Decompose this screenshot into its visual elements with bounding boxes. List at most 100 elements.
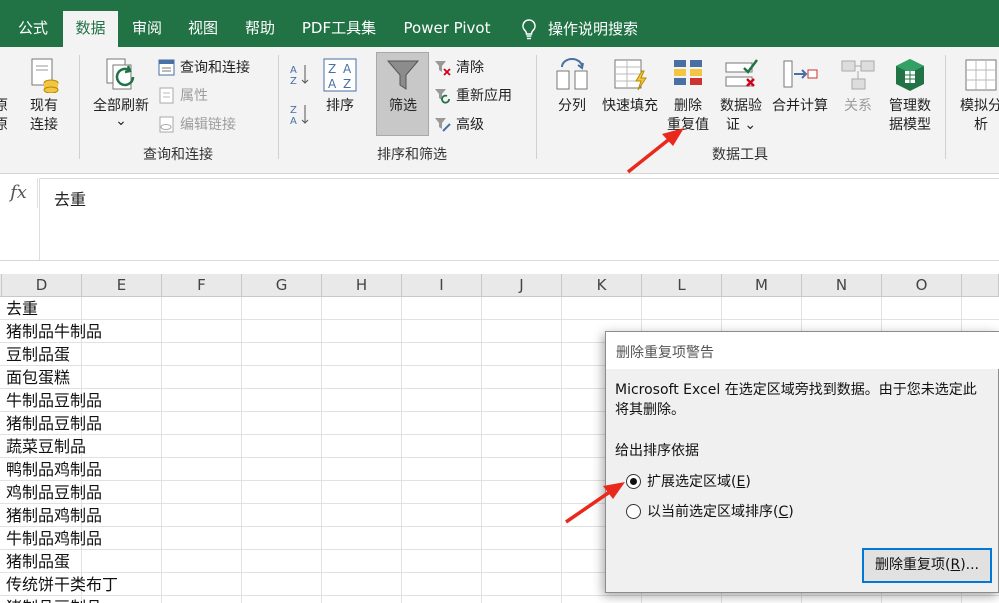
cell-d[interactable]: 豆制品蛋 bbox=[6, 343, 70, 366]
tell-me-search[interactable]: 操作说明搜索 bbox=[520, 11, 660, 47]
flash-fill-icon bbox=[612, 57, 648, 93]
column-header[interactable]: H bbox=[322, 274, 402, 297]
tab-power-pivot[interactable]: Power Pivot bbox=[396, 11, 498, 47]
funnel-icon bbox=[385, 57, 421, 93]
consolidate-button[interactable]: 合并计算 bbox=[768, 57, 832, 116]
cell-d[interactable]: 猪制品蛋 bbox=[6, 550, 70, 573]
dialog-titlebar[interactable]: 删除重复项警告 bbox=[606, 332, 999, 369]
relationships-button[interactable]: 关系 bbox=[836, 57, 880, 116]
data-validation-label-1: 数据验 bbox=[720, 98, 762, 114]
remove-duplicates-button[interactable]: 删除 重复值 bbox=[664, 57, 712, 135]
tab-formulas[interactable]: 公式 bbox=[8, 11, 58, 47]
tab-view[interactable]: 视图 bbox=[179, 11, 227, 47]
tab-data[interactable]: 数据 bbox=[63, 11, 118, 47]
group-label-data-tools: 数据工具 bbox=[712, 147, 768, 163]
remove-duplicates-dialog-button[interactable]: 删除重复项(R)... bbox=[862, 548, 992, 583]
clear-filter-button[interactable]: 清除 bbox=[434, 56, 484, 78]
sort-label: 排序 bbox=[326, 98, 354, 114]
dialog-message: Microsoft Excel 在选定区域旁找到数据。由于您未选定此 将其删除。 bbox=[615, 380, 999, 420]
remove-duplicates-icon bbox=[670, 57, 706, 93]
remove-duplicates-warning-dialog: 删除重复项警告 Microsoft Excel 在选定区域旁找到数据。由于您未选… bbox=[605, 331, 999, 593]
what-if-analysis-button[interactable]: 模拟分 析 bbox=[955, 57, 999, 135]
column-header[interactable]: M bbox=[722, 274, 802, 297]
properties-button[interactable]: 属性 bbox=[158, 84, 208, 106]
queries-connections-label: 查询和连接 bbox=[180, 60, 250, 76]
cell-d[interactable]: 猪制品牛制品 bbox=[6, 320, 102, 343]
advanced-filter-button[interactable]: 高级 bbox=[434, 113, 484, 135]
sort-ascending-button[interactable]: AZ bbox=[290, 63, 310, 89]
column-header[interactable]: J bbox=[482, 274, 562, 297]
column-header[interactable]: D bbox=[2, 274, 82, 297]
cell-d[interactable]: 鸭制品鸡制品 bbox=[6, 458, 102, 481]
remove-duplicates-label-1: 删除 bbox=[674, 98, 702, 114]
existing-connections-icon bbox=[26, 57, 62, 94]
group-label-sort-filter: 排序和筛选 bbox=[377, 147, 447, 163]
existing-connections-label-1: 现有 bbox=[30, 98, 58, 114]
cell-d[interactable]: 猪制品豆制品 bbox=[6, 596, 102, 603]
group-separator bbox=[945, 55, 946, 159]
svg-text:A: A bbox=[343, 62, 352, 76]
sort-descending-button[interactable]: ZA bbox=[290, 103, 310, 129]
cell-d[interactable]: 鸡制品豆制品 bbox=[6, 481, 102, 504]
column-header[interactable]: O bbox=[882, 274, 962, 297]
cell-d[interactable]: 去重 bbox=[6, 297, 38, 320]
svg-text:Z: Z bbox=[343, 77, 351, 91]
refresh-all-button[interactable]: 全部刷新 ⌄ bbox=[88, 57, 154, 129]
chevron-down-icon: ⌄ bbox=[115, 113, 127, 129]
column-header[interactable]: I bbox=[402, 274, 482, 297]
column-header[interactable]: N bbox=[802, 274, 882, 297]
cell-d[interactable]: 面包蛋糕 bbox=[6, 366, 70, 389]
column-header[interactable]: F bbox=[162, 274, 242, 297]
expand-selection-option[interactable]: 扩展选定区域(E) bbox=[626, 471, 751, 491]
expand-selection-radio[interactable] bbox=[626, 473, 641, 489]
properties-label: 属性 bbox=[180, 88, 208, 104]
tab-help[interactable]: 帮助 bbox=[236, 11, 284, 47]
reapply-button[interactable]: 重新应用 bbox=[434, 84, 512, 106]
sort-button[interactable]: ZAAZ 排序 bbox=[320, 57, 360, 116]
column-header[interactable]: G bbox=[242, 274, 322, 297]
cell-d[interactable]: 猪制品鸡制品 bbox=[6, 504, 102, 527]
remove-duplicates-label-2: 重复值 bbox=[667, 117, 709, 133]
data-validation-label-2: 证 ⌄ bbox=[725, 117, 757, 133]
current-selection-radio[interactable] bbox=[626, 503, 641, 519]
sort-az-icon: AZ bbox=[290, 65, 309, 87]
tell-me-label: 操作说明搜索 bbox=[548, 20, 639, 38]
svg-text:Z: Z bbox=[290, 76, 297, 85]
table-row bbox=[0, 596, 999, 603]
what-if-label-2: 析 bbox=[974, 117, 988, 133]
cell-d[interactable]: 猪制品豆制品 bbox=[6, 412, 102, 435]
filter-label: 筛选 bbox=[389, 98, 417, 114]
cell-d[interactable]: 传统饼干类布丁 bbox=[6, 573, 118, 596]
formula-value: 去重 bbox=[54, 190, 87, 209]
svg-text:A: A bbox=[290, 116, 297, 125]
column-header[interactable]: E bbox=[82, 274, 162, 297]
edit-links-button[interactable]: 编辑链接 bbox=[158, 113, 236, 135]
insert-function-icon[interactable]: fx bbox=[0, 178, 38, 208]
column-header[interactable]: L bbox=[642, 274, 722, 297]
relationships-icon bbox=[840, 57, 876, 93]
group-label-queries: 查询和连接 bbox=[143, 147, 213, 163]
sort-dialog-icon: ZAAZ bbox=[322, 57, 358, 93]
column-header-partial[interactable] bbox=[962, 274, 999, 297]
group-separator bbox=[278, 55, 279, 159]
sort-za-icon: ZA bbox=[290, 105, 309, 127]
cell-d[interactable]: 牛制品鸡制品 bbox=[6, 527, 102, 550]
queries-connections-icon bbox=[158, 59, 175, 76]
current-selection-option[interactable]: 以当前选定区域排序(C) bbox=[626, 501, 794, 521]
flash-fill-button[interactable]: 快速填充 bbox=[598, 57, 662, 116]
clear-label: 清除 bbox=[456, 60, 484, 76]
text-to-columns-button[interactable]: 分列 bbox=[552, 57, 592, 116]
tab-pdf-tools[interactable]: PDF工具集 bbox=[296, 11, 382, 47]
dialog-title: 删除重复项警告 bbox=[616, 345, 714, 361]
cell-d[interactable]: 蔬菜豆制品 bbox=[6, 435, 86, 458]
queries-connections-button[interactable]: 查询和连接 bbox=[158, 56, 250, 78]
cell-d[interactable]: 牛制品豆制品 bbox=[6, 389, 102, 412]
tab-review[interactable]: 审阅 bbox=[123, 11, 171, 47]
data-validation-button[interactable]: 数据验 证 ⌄ bbox=[716, 57, 766, 135]
filter-button[interactable]: 筛选 bbox=[380, 57, 426, 116]
manage-data-model-button[interactable]: 管理数 据模型 bbox=[884, 57, 936, 135]
text-to-columns-icon bbox=[554, 57, 590, 93]
existing-connections-button[interactable]: 现有 连接 bbox=[24, 57, 64, 135]
column-header[interactable]: K bbox=[562, 274, 642, 297]
formula-input[interactable]: 去重 bbox=[39, 178, 999, 261]
